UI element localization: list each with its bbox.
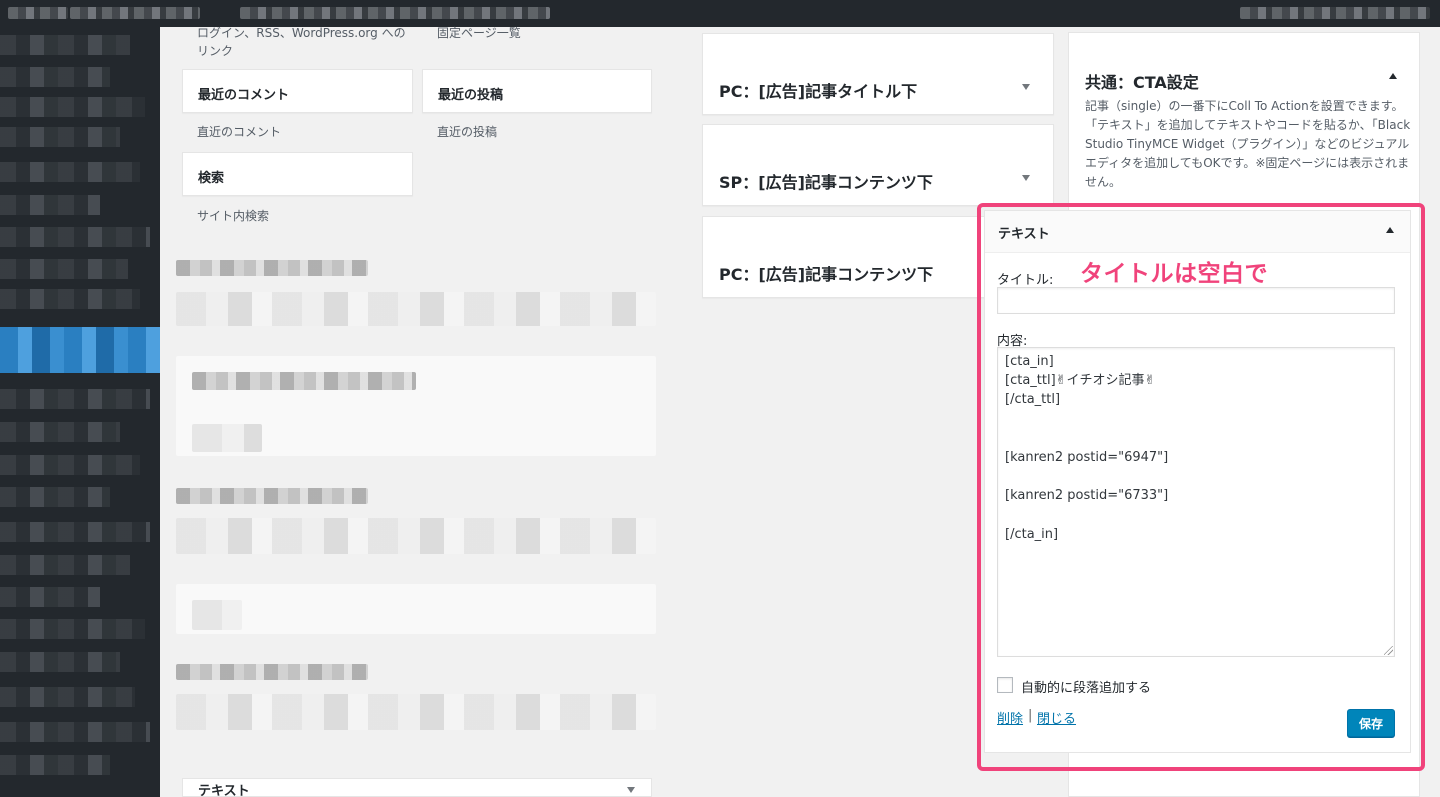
sidebar-blur xyxy=(0,195,100,215)
triangle-down-icon[interactable] xyxy=(1022,84,1030,90)
sidebar-blur xyxy=(0,652,120,672)
highlight-frame xyxy=(977,203,1425,771)
admin-sidebar xyxy=(0,27,160,797)
sidebar-blur xyxy=(0,227,150,247)
widget-tile-recent-comments[interactable]: 最近のコメント xyxy=(182,69,413,113)
sidebar-blur xyxy=(0,97,145,117)
blurred-content xyxy=(176,664,368,680)
triangle-down-icon[interactable] xyxy=(627,787,635,793)
sidebar-blur xyxy=(0,389,150,409)
cta-area-title: 共通：CTA設定 xyxy=(1085,73,1199,92)
sidebar-blur xyxy=(0,487,110,507)
widget-desc-recent-posts: 直近の投稿 xyxy=(437,125,498,139)
widget-area-sp-content-below[interactable]: SP：[広告]記事コンテンツ下 xyxy=(702,124,1054,206)
sidebar-blur xyxy=(0,619,145,639)
widget-desc-recent-comments: 直近のコメント xyxy=(197,125,282,139)
sidebar-blur xyxy=(0,35,130,55)
widget-desc-meta: ログイン、RSS、WordPress.org へのリンク xyxy=(197,26,406,58)
sidebar-blur xyxy=(0,755,110,775)
sidebar-blur xyxy=(0,259,128,279)
sidebar-blur xyxy=(0,587,100,607)
sidebar-blur xyxy=(0,289,140,309)
blurred-content xyxy=(192,424,262,452)
sidebar-blur xyxy=(0,422,120,442)
blurred-content xyxy=(176,292,656,326)
sidebar-blur xyxy=(0,555,130,575)
annotation-text: タイトルは空白で xyxy=(1080,261,1268,287)
triangle-down-icon[interactable] xyxy=(1022,175,1030,181)
sidebar-blur xyxy=(0,67,110,87)
sidebar-blur xyxy=(0,522,150,542)
blurred-content xyxy=(176,260,368,276)
blurred-content xyxy=(176,488,368,504)
widget-desc-search: サイト内検索 xyxy=(197,209,270,223)
admin-bar-blur xyxy=(1240,7,1430,19)
widget-area-title: PC：[広告]記事コンテンツ下 xyxy=(719,265,934,284)
widget-tile-text[interactable]: テキスト xyxy=(182,778,652,797)
blurred-content xyxy=(176,584,656,634)
sidebar-blur xyxy=(0,722,150,742)
widget-desc-pages: 固定ページ一覧 xyxy=(437,26,521,40)
sidebar-blur xyxy=(0,162,140,182)
blurred-content xyxy=(192,600,242,630)
triangle-up-icon[interactable] xyxy=(1389,73,1397,79)
admin-bar-blur xyxy=(8,7,68,19)
widget-area-pc-title-below[interactable]: PC：[広告]記事タイトル下 xyxy=(702,33,1054,115)
cta-area-description: 記事（single）の一番下にColl To Actionを設置できます。「テキ… xyxy=(1085,99,1411,189)
widget-area-title: PC：[広告]記事タイトル下 xyxy=(719,82,918,101)
blurred-content xyxy=(176,518,656,554)
sidebar-blur xyxy=(0,127,120,147)
widget-tile-search[interactable]: 検索 xyxy=(182,152,413,196)
widget-tile-text-label: テキスト xyxy=(198,784,250,797)
sidebar-blur xyxy=(0,455,140,475)
admin-bar-blur xyxy=(70,7,200,19)
blurred-content xyxy=(176,694,656,730)
blurred-content xyxy=(192,372,416,390)
admin-bar xyxy=(0,0,1440,27)
widget-area-title: SP：[広告]記事コンテンツ下 xyxy=(719,173,933,192)
admin-bar-blur xyxy=(240,7,550,19)
widget-tile-recent-posts[interactable]: 最近の投稿 xyxy=(422,69,652,113)
sidebar-blur xyxy=(0,687,135,707)
sidebar-item-active[interactable] xyxy=(0,327,160,373)
